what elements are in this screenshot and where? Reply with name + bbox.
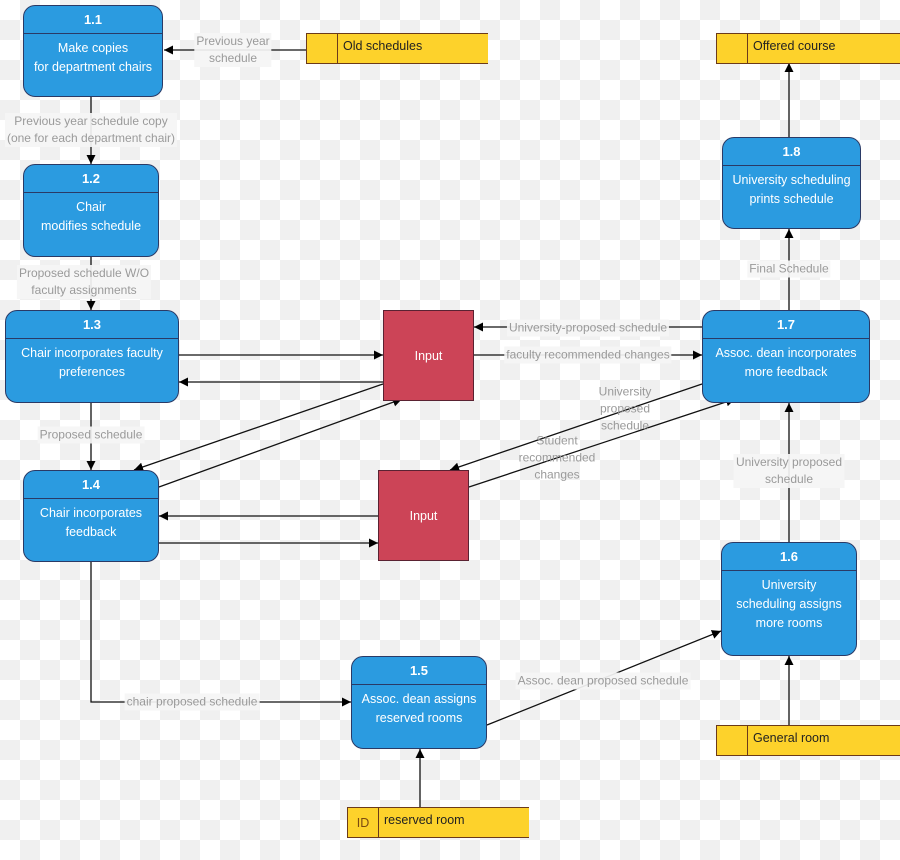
flow-1-4-to-input1 — [158, 397, 403, 488]
flow-label: Assoc. dean proposed schedule — [515, 672, 691, 690]
flow-label: Final Schedule — [747, 260, 831, 278]
store-offered-course[interactable]: Offered course — [716, 33, 900, 64]
process-1-3[interactable]: 1.3 Chair incorporates faculty preferenc… — [5, 310, 179, 403]
process-text: University scheduling prints schedule — [732, 173, 851, 206]
flow-label: faculty recommended changes — [504, 346, 672, 364]
process-1-7[interactable]: 1.7 Assoc. dean incorporates more feedba… — [702, 310, 870, 403]
process-id: 1.5 — [352, 657, 486, 685]
process-1-6[interactable]: 1.6 University scheduling assigns more r… — [721, 542, 857, 656]
flow-label: chair proposed schedule — [124, 693, 260, 711]
store-id-cell — [717, 34, 748, 63]
process-id: 1.7 — [703, 311, 869, 339]
process-1-5[interactable]: 1.5 Assoc. dean assigns reserved rooms — [351, 656, 487, 749]
process-1-2[interactable]: 1.2 Chair modifies schedule — [23, 164, 159, 257]
input-label: Input — [414, 348, 443, 363]
process-text: Assoc. dean incorporates more feedback — [715, 346, 857, 379]
store-old-schedules[interactable]: Old schedules — [306, 33, 488, 64]
process-id: 1.4 — [24, 471, 158, 499]
input-entity-faculty[interactable]: Input — [383, 310, 474, 401]
store-name: General room — [753, 731, 830, 745]
flow-label: University-proposed schedule — [506, 319, 670, 337]
store-id-cell — [307, 34, 338, 63]
process-id: 1.3 — [6, 311, 178, 339]
process-text: University scheduling assigns more rooms — [736, 578, 842, 630]
process-1-1[interactable]: 1.1 Make copies for department chairs — [23, 5, 163, 97]
store-name: Offered course — [753, 39, 836, 53]
flow-label: Proposed schedule — [37, 426, 145, 444]
store-reserved-room[interactable]: ID reserved room — [347, 807, 529, 838]
flow-label: University proposed schedule — [733, 454, 845, 488]
flow-label: Previous year schedule — [194, 33, 272, 67]
process-text: Chair modifies schedule — [40, 200, 142, 233]
flow-label: Previous year schedule copy (one for eac… — [4, 113, 178, 147]
process-text: Chair incorporates feedback — [39, 506, 143, 539]
input-entity-student[interactable]: Input — [378, 470, 469, 561]
input-label: Input — [409, 508, 438, 523]
process-text: Chair incorporates faculty preferences — [21, 346, 163, 379]
process-id: 1.8 — [723, 138, 860, 166]
process-1-8[interactable]: 1.8 University scheduling prints schedul… — [722, 137, 861, 229]
process-id: 1.2 — [24, 165, 158, 193]
process-text: Make copies for department chairs — [33, 41, 153, 74]
process-id: 1.1 — [24, 6, 162, 34]
flow-label: Student recommended changes — [518, 433, 596, 482]
store-id-cell: ID — [348, 808, 379, 837]
flow-label: University proposed schedule — [598, 384, 652, 433]
store-id-cell — [717, 726, 748, 755]
flow-label: Proposed schedule W/O faculty assignment… — [16, 265, 152, 299]
process-id: 1.6 — [722, 543, 856, 571]
store-name: reserved room — [384, 813, 465, 827]
store-general-room[interactable]: General room — [716, 725, 900, 756]
flow-1-4-to-1-5 — [90, 562, 351, 707]
store-name: Old schedules — [343, 39, 423, 53]
process-text: Assoc. dean assigns reserved rooms — [361, 692, 477, 725]
process-1-4[interactable]: 1.4 Chair incorporates feedback — [23, 470, 159, 562]
